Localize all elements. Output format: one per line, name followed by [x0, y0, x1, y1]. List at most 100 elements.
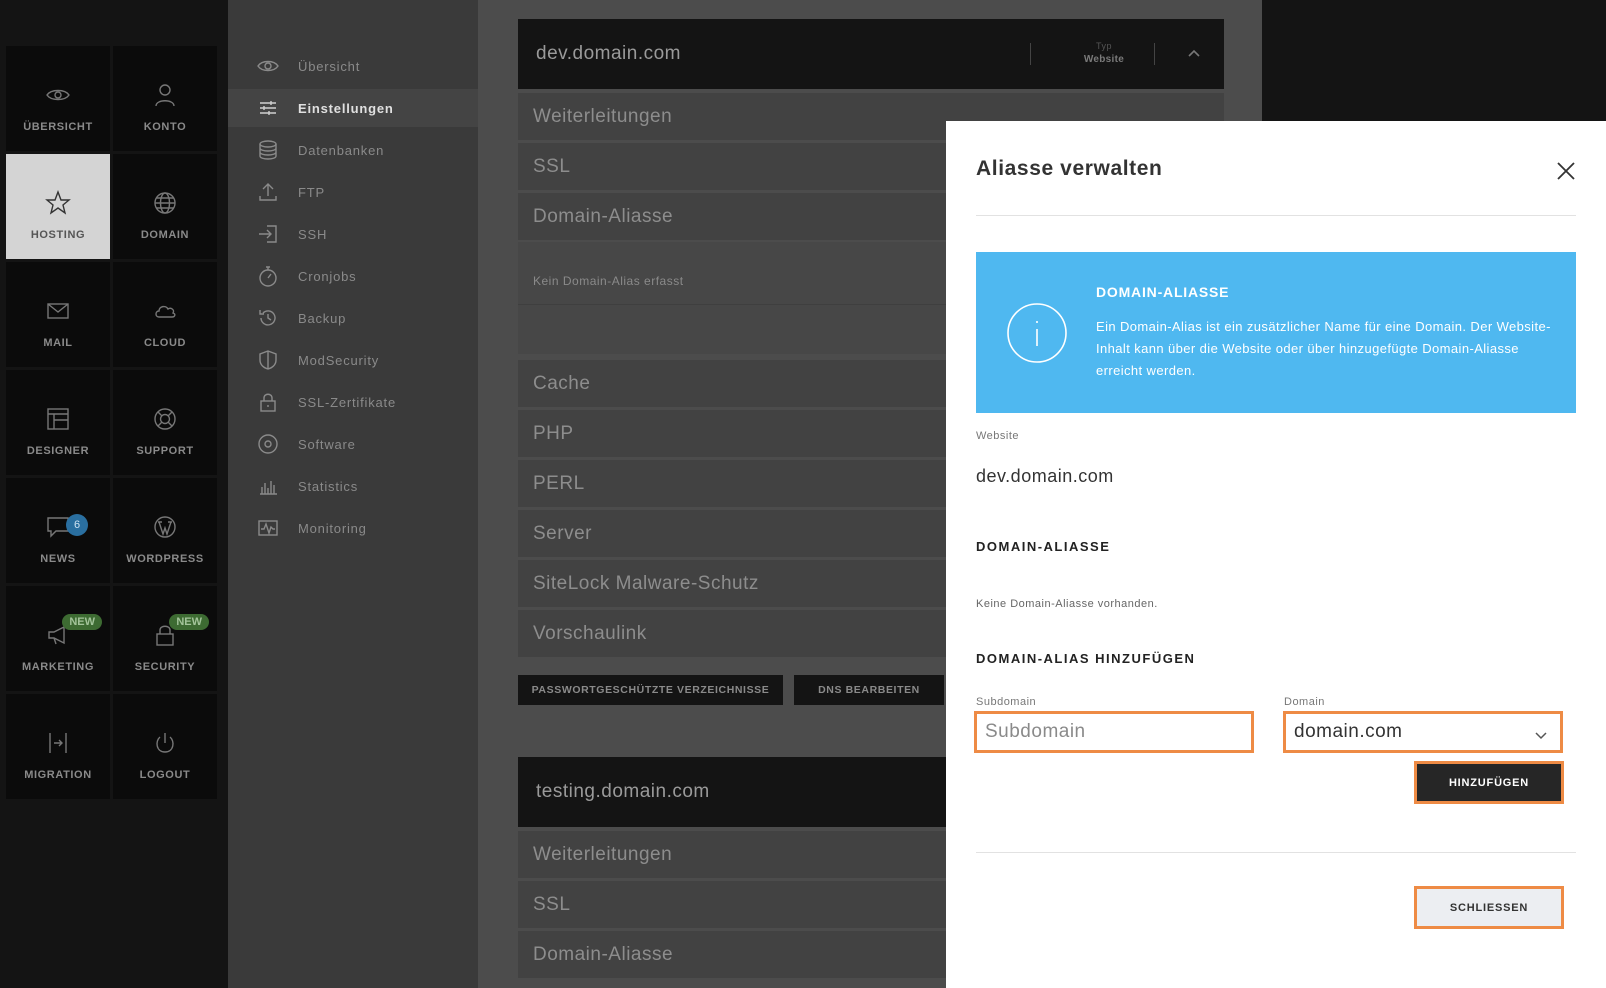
tile-wordpress[interactable]: WORDPRESS [113, 478, 217, 583]
sub-nav-label: FTP [298, 184, 325, 200]
sub-nav-label: Statistics [298, 478, 359, 494]
accordion-label: SSL [533, 893, 571, 915]
sliders-icon [256, 96, 280, 120]
tile-label: CLOUD [143, 337, 187, 349]
tile-label: MAIL [43, 337, 73, 349]
sub-nav-modsecurity[interactable]: ModSecurity [228, 341, 478, 379]
sub-nav-monitoring[interactable]: Monitoring [228, 509, 478, 547]
tile-mail[interactable]: MAIL [6, 262, 110, 367]
sub-nav-statistics[interactable]: Statistics [228, 467, 478, 505]
tile-label: DESIGNER [26, 445, 90, 457]
info-box: DOMAIN-ALIASSE Ein Domain-Alias ist ein … [976, 252, 1576, 413]
add-alias-heading: DOMAIN-ALIAS HINZUFÜGEN [976, 651, 1196, 666]
sub-nav-label: SSL-Zertifikate [298, 394, 396, 410]
sub-nav-cronjobs[interactable]: Cronjobs [228, 257, 478, 295]
sub-nav-label: Übersicht [298, 58, 361, 74]
news-count-badge: 6 [66, 514, 88, 536]
wordpress-icon [151, 513, 179, 541]
sub-nav-datenbanken[interactable]: Datenbanken [228, 131, 478, 169]
site-header-dev[interactable]: dev.domain.com Typ Website [518, 19, 1224, 89]
sub-nav-uebersicht[interactable]: Übersicht [228, 47, 478, 85]
tile-hosting[interactable]: HOSTING [6, 154, 110, 259]
eye-icon [44, 81, 72, 109]
close-button-highlight: SCHLIESSEN [1414, 886, 1564, 929]
tile-label: DOMAIN [140, 229, 190, 241]
new-badge: NEW [62, 614, 102, 630]
chevron-down-icon [1534, 726, 1550, 742]
website-value: dev.domain.com [976, 466, 1114, 486]
new-badge: NEW [169, 614, 209, 630]
modal-title: Aliasse verwalten [976, 157, 1163, 180]
tile-label: KONTO [143, 121, 187, 133]
power-icon [151, 729, 179, 757]
accordion-label: PERL [533, 472, 585, 494]
accordion-label: Vorschaulink [533, 622, 647, 644]
subdomain-input[interactable]: Subdomain [974, 711, 1254, 753]
edit-dns-button[interactable]: DNS BEARBEITEN [794, 675, 944, 705]
site-type: Typ Website [1044, 41, 1164, 65]
accordion-label: Weiterleitungen [533, 105, 673, 127]
header-separator [1030, 43, 1031, 65]
disc-icon [256, 432, 280, 456]
accordion-label: Cache [533, 372, 591, 394]
sub-nav-ssl-zertifikate[interactable]: SSL-Zertifikate [228, 383, 478, 421]
chevron-up-icon[interactable] [1186, 45, 1204, 63]
star-icon [44, 189, 72, 217]
accordion-label: SSL [533, 155, 571, 177]
tile-cloud[interactable]: CLOUD [113, 262, 217, 367]
history-icon [256, 306, 280, 330]
tile-label: ÜBERSICHT [23, 121, 93, 133]
tile-marketing[interactable]: NEW MARKETING [6, 586, 110, 691]
tile-news[interactable]: 6 NEWS [6, 478, 110, 583]
tile-logout[interactable]: LOGOUT [113, 694, 217, 799]
add-button[interactable]: HINZUFÜGEN [1417, 764, 1561, 801]
header-separator [1154, 43, 1155, 65]
accordion-label: Domain-Aliasse [533, 943, 674, 965]
stopwatch-icon [256, 264, 280, 288]
divider [976, 215, 1576, 216]
migration-icon [44, 729, 72, 757]
tile-label: MARKETING [21, 661, 94, 673]
tile-konto[interactable]: KONTO [113, 46, 217, 151]
sub-nav-label: Software [298, 436, 356, 452]
sub-nav-software[interactable]: Software [228, 425, 478, 463]
cloud-icon [151, 297, 179, 325]
accordion-label: Weiterleitungen [533, 843, 673, 865]
tile-label: NEWS [40, 553, 76, 565]
tile-designer[interactable]: DESIGNER [6, 370, 110, 475]
divider [976, 852, 1576, 853]
close-button[interactable]: SCHLIESSEN [1417, 889, 1561, 926]
pulse-icon [256, 516, 280, 540]
sub-nav-einstellungen[interactable]: Einstellungen [228, 89, 478, 127]
tile-domain[interactable]: DOMAIN [113, 154, 217, 259]
aliases-heading: DOMAIN-ALIASSE [976, 539, 1111, 554]
sub-nav-label: Monitoring [298, 520, 367, 536]
add-button-highlight: HINZUFÜGEN [1414, 761, 1564, 804]
accordion-label: SiteLock Malware-Schutz [533, 572, 759, 594]
sub-nav-ssh[interactable]: SSH [228, 215, 478, 253]
domain-select[interactable]: domain.com [1283, 711, 1563, 753]
sub-nav-label: Datenbanken [298, 142, 385, 158]
tile-migration[interactable]: MIGRATION [6, 694, 110, 799]
close-icon[interactable] [1556, 161, 1578, 183]
sub-nav-label: Einstellungen [298, 100, 394, 116]
sub-nav-label: ModSecurity [298, 352, 380, 368]
main-tile-nav: ÜBERSICHT KONTO HOSTING DOMAIN MAIL CLOU… [0, 0, 228, 988]
tile-label: SUPPORT [136, 445, 194, 457]
sub-nav-ftp[interactable]: FTP [228, 173, 478, 211]
tile-label: SECURITY [134, 661, 196, 673]
sub-nav-backup[interactable]: Backup [228, 299, 478, 337]
accordion-label: Domain-Aliasse [533, 205, 674, 227]
domain-select-value: domain.com [1294, 721, 1403, 742]
upload-icon [256, 180, 280, 204]
globe-icon [151, 189, 179, 217]
tile-security[interactable]: NEW SECURITY [113, 586, 217, 691]
tile-support[interactable]: SUPPORT [113, 370, 217, 475]
sub-nav-label: Cronjobs [298, 268, 357, 284]
subdomain-label: Subdomain [976, 696, 1037, 708]
protected-directories-button[interactable]: PASSWORTGESCHÜTZTE VERZEICHNISSE [518, 675, 783, 705]
envelope-icon [44, 297, 72, 325]
tile-label: MIGRATION [24, 769, 92, 781]
domain-label: Domain [1284, 696, 1325, 708]
tile-uebersicht[interactable]: ÜBERSICHT [6, 46, 110, 151]
